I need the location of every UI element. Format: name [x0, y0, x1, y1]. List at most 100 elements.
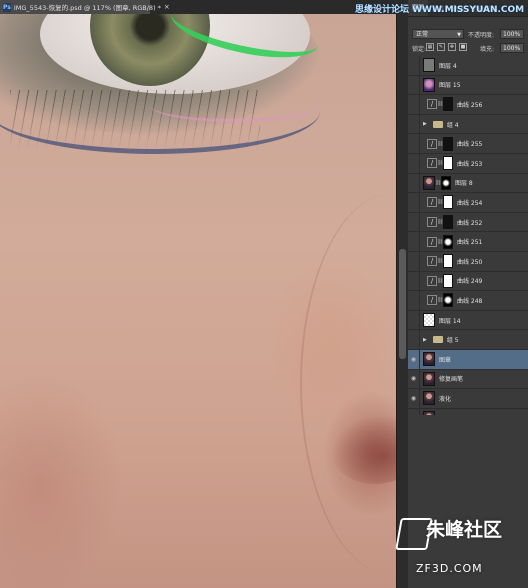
layer-name[interactable]: 图层 14 [439, 316, 461, 325]
eye-icon[interactable]: ◉ [408, 388, 420, 408]
layer-row[interactable]: ◉⛓图层 8 [408, 173, 528, 194]
layer-name[interactable]: 组 5 [447, 335, 459, 344]
layer-row[interactable]: ◉ 图层 14 [408, 310, 528, 331]
layer-row[interactable]: ◉ 图层 15 [408, 75, 528, 96]
layer-row[interactable]: ◉ 图章 [408, 349, 528, 370]
layer-mask-thumbnail[interactable] [443, 97, 453, 112]
document-tab[interactable]: Ps IMG_5543-恢复的.psd @ 117% (图章, RGB/8) *… [0, 0, 170, 14]
eye-icon[interactable]: ◉ [408, 349, 420, 369]
pink-waterline [150, 89, 320, 122]
eye-icon[interactable]: ◉ [408, 232, 420, 252]
layer-row[interactable]: ◉▶ 组 4 [408, 114, 528, 135]
layer-thumbnail[interactable] [423, 391, 435, 406]
layer-name[interactable]: 曲线 254 [457, 198, 482, 207]
layer-mask-thumbnail[interactable] [443, 293, 453, 308]
eye-icon[interactable]: ◉ [408, 55, 420, 75]
layer-row[interactable]: ◉∕⛓曲线 255 [408, 134, 528, 154]
opacity-input[interactable]: 100% [500, 29, 524, 39]
layer-row[interactable]: ◉∕⛓曲线 248 [408, 290, 528, 311]
layer-name[interactable]: 图章 [439, 355, 451, 364]
eye-icon[interactable]: ◉ [408, 114, 420, 134]
opacity-label: 不透明度: [468, 32, 495, 39]
layer-row[interactable]: ◉ 修复画笔 [408, 369, 528, 390]
eye-icon[interactable]: ◉ [408, 94, 420, 114]
eye-icon[interactable]: ◉ [408, 310, 420, 330]
eye-icon[interactable]: ◉ [408, 75, 420, 95]
close-icon[interactable]: × [164, 3, 170, 11]
layer-row[interactable]: ◉▶ 组 5 [408, 330, 528, 350]
nose-contour [300, 194, 396, 574]
layer-thumbnail[interactable] [423, 352, 435, 367]
lock-transparency-icon[interactable]: ▦ [426, 43, 434, 51]
layer-name[interactable]: 曲线 251 [457, 237, 482, 246]
eye-icon[interactable]: ◉ [408, 251, 420, 271]
scrollbar-thumb[interactable] [399, 249, 406, 359]
lock-label: 锁定: [412, 46, 427, 53]
eye-icon[interactable]: ◉ [408, 153, 420, 173]
layer-thumbnail[interactable] [423, 175, 435, 190]
layer-name[interactable]: 曲线 253 [457, 159, 482, 168]
eye-icon[interactable]: ◉ [408, 271, 420, 291]
eye-icon[interactable]: ◉ [408, 134, 420, 154]
curves-adjustment-icon: ∕ [427, 217, 437, 228]
layer-mask-thumbnail[interactable] [443, 215, 453, 230]
eye-icon[interactable]: ◉ [408, 369, 420, 389]
eye-icon[interactable]: ◉ [408, 290, 420, 310]
layer-name[interactable]: 曲线 248 [457, 296, 482, 305]
fill-input[interactable]: 100% [500, 43, 524, 53]
layer-mask-thumbnail[interactable] [443, 234, 453, 249]
layer-mask-thumbnail[interactable] [443, 136, 453, 151]
chevron-right-icon[interactable]: ▶ [423, 121, 427, 127]
layer-name[interactable]: 曲线 256 [457, 100, 482, 109]
layer-mask-thumbnail[interactable] [443, 254, 453, 269]
watermark-logo: 朱峰社区 ZF3D.COM [395, 512, 528, 588]
layer-thumbnail[interactable] [423, 77, 435, 92]
layer-row[interactable]: ◉∕⛓曲线 253 [408, 153, 528, 174]
layer-row[interactable]: ◉∕⛓曲线 256 [408, 94, 528, 115]
eye-icon[interactable]: ◉ [408, 192, 420, 212]
layer-name[interactable]: 修复画笔 [439, 374, 463, 383]
layer-thumbnail[interactable] [423, 371, 435, 386]
layer-row[interactable]: ◉ 液化 [408, 388, 528, 409]
layer-row[interactable]: ◉∕⛓曲线 249 [408, 271, 528, 292]
chevron-right-icon[interactable]: ▶ [423, 337, 427, 343]
layer-thumbnail[interactable] [423, 58, 435, 73]
blend-mode-select[interactable]: 正常 ▼ [412, 29, 464, 39]
layer-mask-thumbnail[interactable] [441, 175, 451, 190]
layer-name[interactable]: 曲线 249 [457, 276, 482, 285]
layer-name[interactable]: 图层 8 [455, 178, 473, 187]
curves-adjustment-icon: ∕ [427, 236, 437, 247]
lock-position-icon[interactable]: ✥ [448, 43, 456, 51]
layer-name[interactable]: 图层 4 [439, 61, 457, 70]
eye-icon[interactable]: ◉ [408, 212, 420, 232]
watermark-logo-url: ZF3D.COM [416, 562, 483, 575]
vertical-scrollbar[interactable] [396, 14, 408, 588]
layer-name[interactable]: 曲线 252 [457, 218, 482, 227]
layer-name[interactable]: 图层 15 [439, 80, 461, 89]
curves-adjustment-icon: ∕ [427, 197, 437, 208]
document-title: IMG_5543-恢复的.psd @ 117% (图章, RGB/8) * [13, 4, 161, 12]
layer-row[interactable]: ◉∕⛓曲线 251 [408, 232, 528, 252]
layer-name[interactable]: 液化 [439, 394, 451, 403]
lock-pixels-icon[interactable]: ✎ [437, 43, 445, 51]
curves-adjustment-icon: ∕ [427, 99, 437, 110]
layer-mask-thumbnail[interactable] [443, 156, 453, 171]
layer-row[interactable]: ◉∕⛓曲线 252 [408, 212, 528, 233]
lock-all-icon[interactable]: ■ [459, 43, 467, 51]
layer-name[interactable]: 曲线 250 [457, 257, 482, 266]
layer-row[interactable]: ◉∕⛓曲线 250 [408, 251, 528, 272]
eye-icon[interactable]: ◉ [408, 173, 420, 193]
eye-icon[interactable]: ◉ [408, 330, 420, 350]
layer-row[interactable]: ◉∕⛓曲线 254 [408, 192, 528, 213]
curves-adjustment-icon: ∕ [427, 158, 437, 169]
layer-row[interactable]: ◉ 图层 4 [408, 55, 528, 76]
layer-mask-thumbnail[interactable] [443, 195, 453, 210]
curves-adjustment-icon: ∕ [427, 275, 437, 286]
fill-label: 填充: [480, 46, 495, 53]
layers-panel: 图层 通道 路径 历史记录 正常 ▼ 不透明度: 100% 锁定: ▦ ✎ ✥ … [408, 0, 528, 588]
layer-name[interactable]: 组 4 [447, 120, 459, 129]
layer-mask-thumbnail[interactable] [443, 273, 453, 288]
layer-name[interactable]: 曲线 255 [457, 139, 482, 148]
layer-thumbnail[interactable] [423, 313, 435, 328]
image-canvas[interactable] [0, 14, 396, 588]
